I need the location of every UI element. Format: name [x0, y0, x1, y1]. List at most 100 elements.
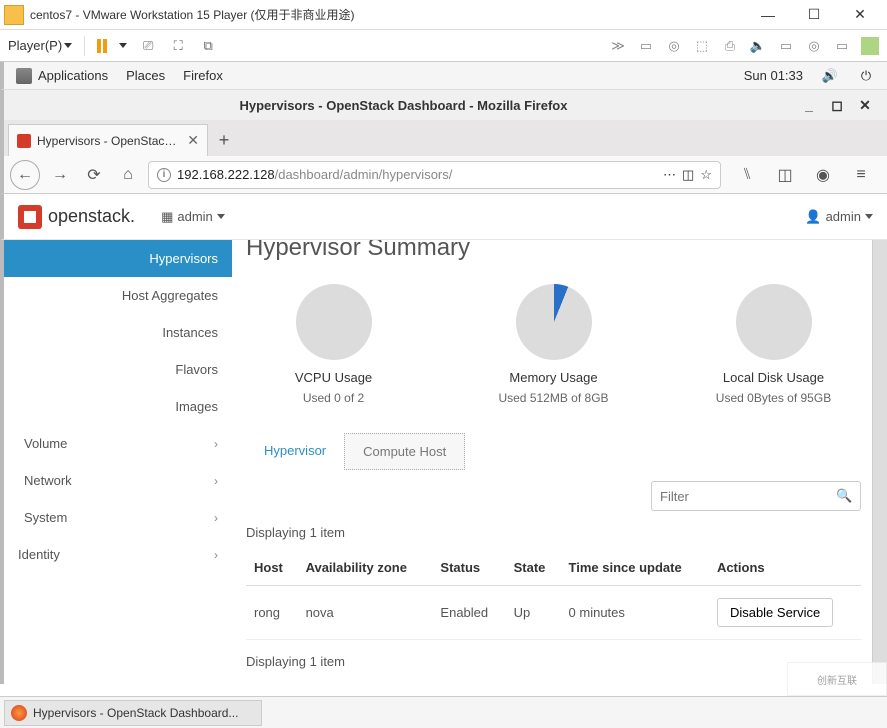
close-button[interactable]: ✕ — [837, 1, 883, 29]
sidebar-item-network[interactable]: Network› — [4, 462, 232, 499]
chevron-right-icon: › — [214, 511, 218, 525]
power-icon[interactable]: ⏻ — [857, 68, 875, 84]
notes-icon[interactable] — [861, 37, 879, 55]
sidebar-icon[interactable]: ◫ — [771, 161, 799, 189]
disable-service-button[interactable]: Disable Service — [717, 598, 833, 627]
clock[interactable]: Sun 01:33 — [744, 68, 803, 83]
project-dropdown-label: admin — [177, 209, 212, 224]
cell-az: nova — [298, 586, 433, 640]
power-dropdown-icon[interactable] — [119, 43, 127, 48]
sidebar-item-label: Host Aggregates — [122, 288, 218, 303]
firefox-menu[interactable]: Firefox — [183, 68, 223, 83]
ff-close-button[interactable]: ✕ — [851, 97, 879, 114]
drive2-icon[interactable]: ▭ — [833, 37, 851, 55]
fullscreen-icon[interactable]: ⛶ — [169, 37, 187, 55]
watermark: 创新互联 — [787, 662, 887, 696]
table-row: rong nova Enabled Up 0 minutes Disable S… — [246, 586, 861, 640]
sidebar-item-system[interactable]: System› — [4, 499, 232, 536]
library-icon[interactable]: ⑊ — [733, 161, 761, 189]
sidebar-item-volume[interactable]: Volume › — [4, 425, 232, 462]
openstack-logo-text: openstack. — [48, 206, 135, 227]
reload-button[interactable]: ⟳ — [80, 161, 108, 189]
th-status[interactable]: Status — [432, 550, 505, 586]
maximize-button[interactable]: ☐ — [791, 1, 837, 29]
cd-icon[interactable]: ◎ — [665, 37, 683, 55]
url-bar[interactable]: i 192.168.222.128/dashboard/admin/hyperv… — [148, 161, 721, 189]
browser-tab[interactable]: Hypervisors - OpenStack… ✕ — [8, 124, 208, 156]
sidebar-item-host-aggregates[interactable]: Host Aggregates — [4, 277, 232, 314]
hdd-icon[interactable]: ▭ — [637, 37, 655, 55]
sound-icon[interactable]: 🔈 — [749, 37, 767, 55]
user-dropdown-label: admin — [826, 209, 861, 224]
device-icon[interactable]: ≫ — [609, 37, 627, 55]
sidebar-item-label: Volume — [24, 436, 67, 451]
applications-menu[interactable]: Applications — [16, 68, 108, 84]
site-info-icon[interactable]: i — [157, 168, 171, 182]
ff-minimize-button[interactable]: _ — [795, 97, 823, 113]
disk-usage-block: Local Disk Usage Used 0Bytes of 95GB — [694, 284, 854, 405]
openstack-logo[interactable]: openstack. — [18, 205, 135, 229]
forward-button[interactable]: → — [46, 161, 74, 189]
player-menu[interactable]: Player(P) — [8, 38, 72, 53]
sidebar-item-identity[interactable]: Identity› — [4, 536, 232, 573]
vmware-app-icon — [4, 5, 24, 25]
th-host[interactable]: Host — [246, 550, 298, 586]
vmware-titlebar: centos7 - VMware Workstation 15 Player (… — [0, 0, 887, 30]
firefox-titlebar: Hypervisors - OpenStack Dashboard - Mozi… — [0, 90, 887, 120]
chevron-right-icon: › — [214, 474, 218, 488]
chevron-right-icon: › — [214, 437, 218, 451]
search-icon[interactable]: 🔍 — [836, 488, 852, 504]
drive-icon[interactable]: ▭ — [777, 37, 795, 55]
firefox-window-title: Hypervisors - OpenStack Dashboard - Mozi… — [12, 98, 795, 113]
openstack-logo-icon — [18, 205, 42, 229]
tab-compute-host[interactable]: Compute Host — [344, 433, 465, 470]
sidebar-item-images[interactable]: Images — [4, 388, 232, 425]
vcpu-label: VCPU Usage — [254, 370, 414, 385]
gnome-topbar: Applications Places Firefox Sun 01:33 🔊 … — [0, 62, 887, 90]
compute-host-table: Host Availability zone Status State Time… — [246, 550, 861, 640]
home-button[interactable]: ⌂ — [114, 161, 142, 189]
ff-maximize-button[interactable]: ◻ — [823, 97, 851, 114]
memory-pie-chart — [516, 284, 592, 360]
tab-close-icon[interactable]: ✕ — [187, 132, 199, 149]
user-dropdown[interactable]: 👤 admin — [805, 209, 873, 225]
chevron-right-icon: › — [214, 548, 218, 562]
network-adapter-icon[interactable]: ⬚ — [693, 37, 711, 55]
page-actions-icon[interactable]: ⋯ — [663, 167, 676, 183]
sidebar: Hypervisors Host Aggregates Instances Fl… — [4, 240, 232, 684]
printer-icon[interactable]: ⎙ — [721, 37, 739, 55]
th-state[interactable]: State — [506, 550, 561, 586]
sidebar-item-flavors[interactable]: Flavors — [4, 351, 232, 388]
bookmark-star-icon[interactable]: ☆ — [700, 167, 712, 183]
unity-icon[interactable]: ⧉ — [199, 37, 217, 55]
tab-hypervisor[interactable]: Hypervisor — [246, 433, 344, 470]
th-since[interactable]: Time since update — [561, 550, 709, 586]
places-menu[interactable]: Places — [126, 68, 165, 83]
new-tab-button[interactable]: + — [208, 124, 240, 156]
taskbar-item-firefox[interactable]: Hypervisors - OpenStack Dashboard... — [4, 700, 262, 726]
page-title: Hypervisor Summary — [246, 240, 861, 262]
disc-icon[interactable]: ◎ — [805, 37, 823, 55]
account-icon[interactable]: ◉ — [809, 161, 837, 189]
firefox-tab-bar: Hypervisors - OpenStack… ✕ + — [0, 120, 887, 156]
memory-label: Memory Usage — [474, 370, 634, 385]
cell-status: Enabled — [432, 586, 505, 640]
reader-mode-icon[interactable]: ◫ — [682, 167, 694, 183]
volume-icon[interactable]: 🔊 — [821, 68, 839, 84]
send-ctrl-alt-del-icon[interactable]: ⎚ — [139, 37, 157, 55]
sidebar-item-instances[interactable]: Instances — [4, 314, 232, 351]
sidebar-item-label: Images — [175, 399, 218, 414]
tab-favicon — [17, 134, 31, 148]
th-az[interactable]: Availability zone — [298, 550, 433, 586]
project-dropdown[interactable]: ▦ admin — [161, 209, 225, 225]
filter-input[interactable] — [660, 489, 836, 504]
memory-detail: Used 512MB of 8GB — [474, 391, 634, 405]
pause-icon[interactable] — [97, 39, 107, 53]
openstack-header: openstack. ▦ admin 👤 admin — [0, 194, 887, 240]
disk-label: Local Disk Usage — [694, 370, 854, 385]
back-button[interactable]: ← — [10, 160, 40, 190]
minimize-button[interactable]: — — [745, 1, 791, 29]
sidebar-item-hypervisors[interactable]: Hypervisors — [4, 240, 232, 277]
filter-box[interactable]: 🔍 — [651, 481, 861, 511]
menu-icon[interactable]: ≡ — [847, 161, 875, 189]
